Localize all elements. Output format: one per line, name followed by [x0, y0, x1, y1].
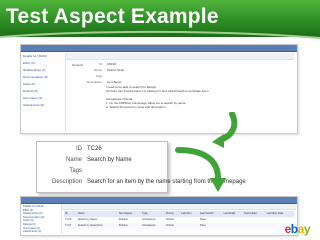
desc-line: 2. Search the items by name and descript…	[106, 105, 166, 109]
story-sidebar-item[interactable]: Attachments (0)	[23, 103, 61, 110]
detail-field-label: Tags	[69, 168, 82, 174]
testcase-panel-titlebar: User Story US190: Search Shop	[21, 197, 297, 211]
story-field-value	[102, 74, 106, 78]
testcase-sidebar-item[interactable]: Attachments (0)	[23, 230, 59, 234]
detail-field-label: ID	[76, 146, 82, 152]
cell-id[interactable]: TC27	[64, 223, 77, 229]
story-sidebar-item[interactable]: Test Cases (3)	[23, 96, 61, 103]
story-field-label: Tags	[95, 74, 102, 78]
testcase-section-bar: Test Cases	[62, 204, 296, 218]
story-description: I need to be able to search for listings…	[106, 85, 286, 109]
story-field-label: Description	[86, 80, 102, 84]
cell-type: Acceptance	[142, 224, 156, 227]
story-sidebar-item[interactable]: Tasks (0)	[23, 82, 61, 89]
arrow-detail-to-tests	[175, 147, 226, 192]
cell-folder	[243, 223, 266, 229]
cell-verdict: Pass	[199, 224, 206, 227]
story-field-value: Search Shop	[106, 68, 125, 72]
testcase-sidebar: Details for US190 Effort (3) Relationshi…	[23, 205, 59, 234]
cell-build	[223, 223, 243, 229]
cell-last-run	[180, 223, 199, 229]
logo-letter: b	[290, 222, 298, 236]
story-field-row: Name Search Shop	[72, 68, 124, 73]
story-sidebar-item[interactable]: Defects (0)	[23, 89, 61, 96]
story-sidebar-item[interactable]: Details for US190	[23, 54, 61, 61]
story-sidebar-item[interactable]: Effort (3)	[23, 61, 61, 68]
story-field-row: Tags	[72, 74, 106, 79]
slide-title: Test Aspect Example	[6, 5, 219, 28]
story-sidebar-item[interactable]: Documentation (0)	[23, 75, 61, 82]
ebay-logo: ebay	[285, 222, 311, 236]
story-sidebar: Details for US190 Effort (3) Relationshi…	[23, 54, 61, 110]
test-case-detail-card: ID TC26 Name Search by Name Tags Descrip…	[36, 141, 246, 193]
story-field-value: As a Buyer	[106, 80, 122, 84]
logo-letter: y	[303, 222, 311, 236]
story-main: General ID US190 Name Search Shop Tags D…	[65, 53, 294, 131]
header-curve	[0, 30, 320, 39]
cell-aspect: Positive	[118, 224, 128, 227]
testcase-main: Test Cases ID Name Test Aspect Type Prio…	[61, 204, 296, 234]
story-field-label: ID	[99, 62, 102, 66]
story-tab-bar: General	[66, 53, 294, 67]
story-field-label: Name	[93, 68, 102, 72]
story-field-row: ID US190	[72, 62, 116, 67]
story-sidebar-item[interactable]: Relationships (2)	[23, 68, 61, 75]
detail-field-label: Description	[51, 179, 82, 185]
story-panel-titlebar: User Story US190: Search Shop	[21, 45, 297, 59]
table-row[interactable]: TC27 Search by description Positive Acce…	[64, 223, 294, 229]
testcase-table: ID Name Test Aspect Type Priority Last R…	[64, 211, 294, 229]
detail-field-label: Name	[65, 157, 82, 163]
cell-priority: Critical	[165, 224, 174, 227]
story-panel: User Story US190: Search Shop Details fo…	[20, 44, 298, 134]
testcase-panel: User Story US190: Search Shop Details fo…	[20, 196, 298, 236]
cell-name: Search by description	[77, 224, 103, 227]
story-field-value: US190	[106, 62, 117, 66]
